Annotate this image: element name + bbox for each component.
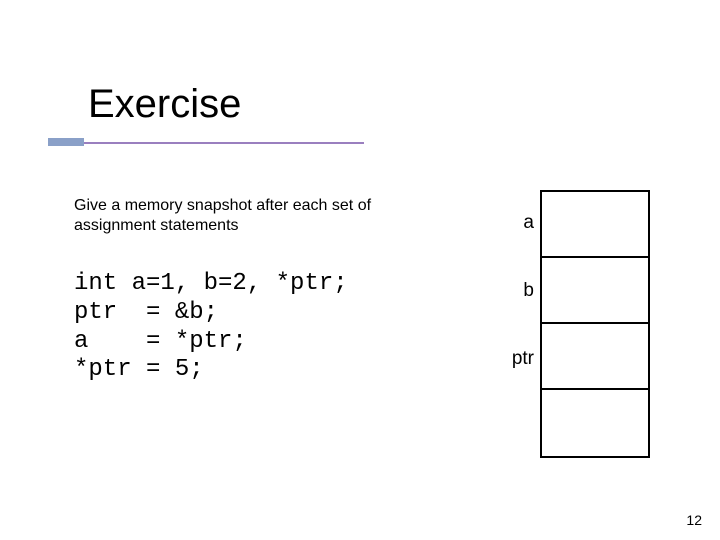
memory-label-a: a: [512, 212, 534, 234]
memory-cell-b: [542, 258, 648, 324]
memory-cell-a: [542, 192, 648, 258]
memory-table: [540, 190, 650, 458]
code-block: int a=1, b=2, *ptr; ptr = &b; a = *ptr; …: [74, 270, 348, 385]
memory-cell-empty: [542, 390, 648, 456]
slide-title: Exercise: [88, 82, 241, 127]
prompt-text: Give a memory snapshot after each set of…: [74, 196, 404, 236]
memory-label-ptr: ptr: [500, 348, 534, 370]
title-underline: [84, 142, 364, 144]
memory-cell-ptr: [542, 324, 648, 390]
page-number: 12: [686, 512, 702, 528]
title-bullet-icon: [48, 138, 84, 146]
memory-label-b: b: [512, 280, 534, 302]
